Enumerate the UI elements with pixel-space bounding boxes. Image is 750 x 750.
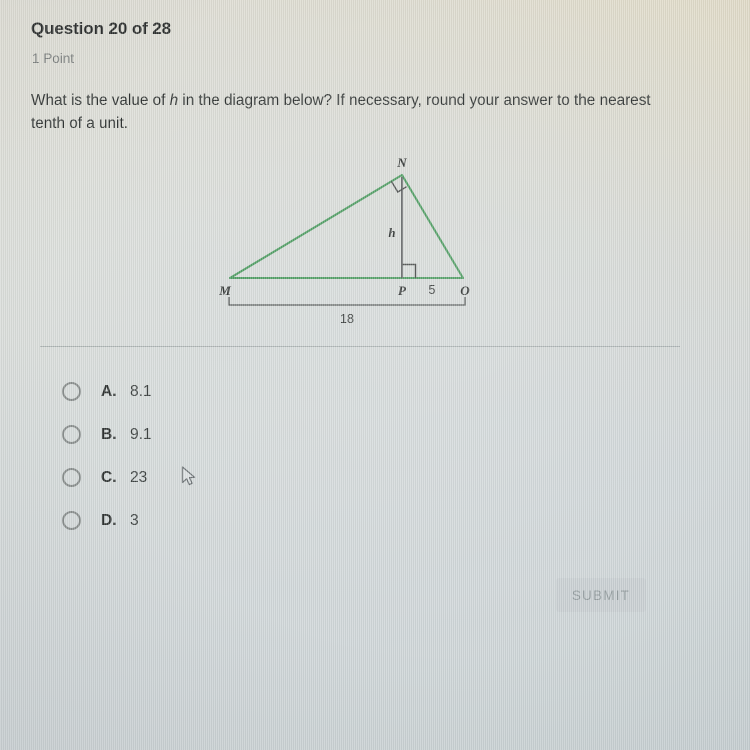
height-label-h: h [388,225,395,240]
quiz-page: Question 20 of 28 1 Point What is the va… [0,0,750,750]
radio-button-c[interactable] [62,468,81,487]
right-angle-mark-n [390,180,407,193]
option-letter-d: D. [101,511,117,529]
answer-option-a[interactable]: A. 8.1 [62,378,152,405]
option-value-c: 23 [130,468,148,486]
option-letter-b: B. [101,425,117,443]
triangle-diagram-svg: N M P O h 5 18 [218,155,470,326]
radio-button-d[interactable] [62,511,81,530]
vertex-label-p: P [398,283,407,298]
option-letter-a: A. [101,382,117,400]
right-angle-mark-p [402,263,417,278]
measurement-bracket [228,297,466,306]
triangle-diagram: N M P O h 5 18 [200,145,500,335]
segment-label-18: 18 [340,312,354,326]
vertex-label-n: N [396,155,407,170]
option-value-d: 3 [130,511,139,529]
triangle-outline [228,173,465,280]
vertex-label-m: M [218,283,231,298]
submit-button[interactable]: SUBMIT [556,578,646,612]
answer-options-list: A. 8.1 B. 9.1 C. 23 D. 3 [62,378,152,550]
radio-button-b[interactable] [62,425,81,444]
mouse-cursor-icon [181,466,196,486]
submit-button-label: SUBMIT [571,587,631,603]
prompt-variable: h [169,92,179,109]
answer-option-b[interactable]: B. 9.1 [62,421,152,448]
points-label: 1 Point [32,51,75,66]
option-letter-c: C. [101,468,117,486]
page-title: Question 20 of 28 [31,19,172,38]
radio-button-a[interactable] [62,382,81,401]
section-divider [40,346,680,347]
triangle-path [228,173,465,280]
prompt-text-part1: What is the value of [31,92,170,109]
option-value-a: 8.1 [130,382,152,400]
question-prompt: What is the value of h in the diagram be… [31,89,671,135]
segment-label-5: 5 [429,283,436,297]
option-value-b: 9.1 [130,425,152,443]
vertex-label-o: O [460,283,470,298]
answer-option-c[interactable]: C. 23 [62,464,152,491]
answer-option-d[interactable]: D. 3 [62,507,152,534]
